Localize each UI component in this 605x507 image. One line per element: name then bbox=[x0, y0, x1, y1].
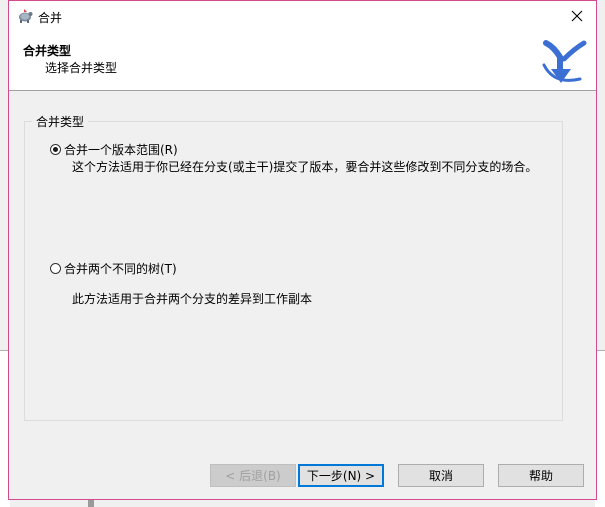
radio-button-unchecked[interactable] bbox=[50, 263, 61, 274]
page-title: 合并类型 bbox=[23, 44, 72, 58]
page-subtitle: 选择合并类型 bbox=[45, 61, 118, 75]
radio-button-checked[interactable] bbox=[50, 144, 61, 155]
radio-merge-two-trees[interactable]: 合并两个不同的树(T) bbox=[50, 260, 177, 277]
radio-merge-revision-range[interactable]: 合并一个版本范围(R) bbox=[50, 141, 178, 158]
radio-label-two-trees: 合并两个不同的树(T) bbox=[64, 262, 177, 276]
close-button[interactable] bbox=[558, 1, 596, 31]
tortoise-app-icon bbox=[17, 8, 33, 24]
help-button[interactable]: 帮助 bbox=[498, 464, 584, 487]
radio-label-revision-range: 合并一个版本范围(R) bbox=[64, 143, 178, 157]
back-button[interactable]: < 后退(B) bbox=[210, 464, 296, 487]
close-icon bbox=[571, 10, 583, 22]
title-bar: 合并 bbox=[9, 1, 596, 31]
description-revision-range: 这个方法适用于你已经在分支(或主干)提交了版本，要合并这些修改到不同分支的场合。 bbox=[72, 160, 538, 174]
description-two-trees: 此方法适用于合并两个分支的差异到工作副本 bbox=[72, 292, 313, 306]
wizard-header: 合并类型 选择合并类型 bbox=[9, 31, 596, 91]
next-button[interactable]: 下一步(N) > bbox=[298, 464, 384, 487]
merge-logo-icon bbox=[542, 40, 587, 83]
groupbox-legend: 合并类型 bbox=[32, 113, 89, 130]
window-title: 合并 bbox=[38, 11, 63, 25]
cancel-button[interactable]: 取消 bbox=[398, 464, 484, 487]
